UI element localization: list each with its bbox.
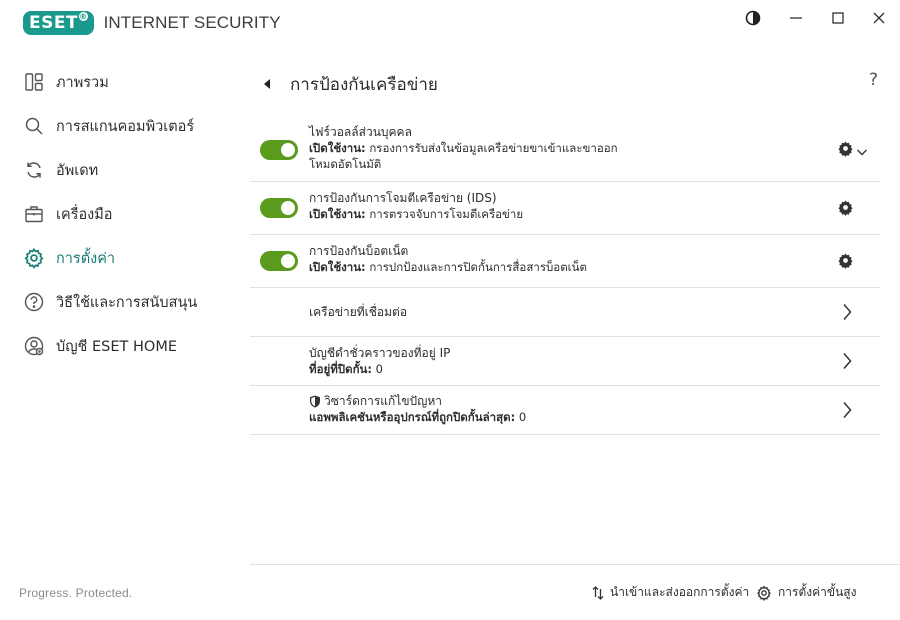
gear-icon[interactable] — [837, 140, 854, 161]
row-title: การป้องกันการโจมตีเครือข่าย (IDS) — [309, 191, 497, 205]
link-row-connected-networks[interactable]: เครือข่ายที่เชื่อมต่อ — [250, 288, 880, 337]
row-text: ไฟร์วอลล์ส่วนบุคคล เปิดใช้งาน: กรองการรั… — [309, 124, 618, 172]
row-status: เปิดใช้งาน: กรองการรับส่งในข้อมูลเครือข่… — [309, 140, 618, 156]
product-name: INTERNET SECURITY — [103, 13, 281, 32]
firewall-toggle[interactable] — [260, 140, 298, 160]
shield-icon — [309, 395, 321, 408]
botnet-toggle[interactable] — [260, 251, 298, 271]
sidebar-item-label: ภาพรวม — [56, 74, 109, 91]
row-text: บัญชีดำชั่วคราวของที่อยู่ IP ที่อยู่ที่ป… — [309, 345, 450, 377]
row-text: เครือข่ายที่เชื่อมต่อ — [309, 304, 407, 320]
import-export-label: นำเข้าและส่งออกการตั้งค่า — [610, 585, 750, 599]
sidebar-item-label: การสแกนคอมพิวเตอร์ — [56, 118, 195, 135]
maximize-icon[interactable] — [823, 6, 853, 30]
row-status: เปิดใช้งาน: การปกป้องและการปิดกั้นการสื่… — [309, 259, 587, 275]
sub-value: 0 — [518, 410, 527, 424]
sidebar-item-label: บัญชี ESET HOME — [56, 338, 177, 355]
chevron-down-icon[interactable] — [856, 142, 868, 161]
back-arrow-icon[interactable] — [262, 75, 272, 94]
import-export-button[interactable]: นำเข้าและส่งออกการตั้งค่า — [592, 583, 749, 602]
sub-label: ที่อยู่ที่ปิดกั้น: — [309, 362, 372, 376]
sidebar-item-setup[interactable]: การตั้งค่า — [0, 236, 240, 280]
overview-icon — [23, 71, 45, 93]
account-icon — [23, 335, 45, 357]
sidebar-item-label: การตั้งค่า — [56, 250, 116, 267]
status-text: กรองการรับส่งในข้อมูลเครือข่ายขาเข้าและข… — [369, 141, 618, 155]
page-header: การป้องกันเครือข่าย ? — [262, 68, 882, 98]
ids-toggle[interactable] — [260, 198, 298, 218]
sidebar-item-label: เครื่องมือ — [56, 206, 113, 223]
import-export-icon — [592, 585, 604, 600]
row-sub: ที่อยู่ที่ปิดกั้น: 0 — [309, 361, 450, 377]
chevron-right-icon[interactable] — [842, 352, 852, 374]
refresh-icon — [23, 159, 45, 181]
footer-divider — [250, 564, 900, 565]
help-icon[interactable]: ? — [869, 70, 878, 90]
setting-row-ids: การป้องกันการโจมตีเครือข่าย (IDS) เปิดใช… — [250, 182, 880, 235]
gear-icon — [757, 584, 771, 601]
sidebar-item-computer-scan[interactable]: การสแกนคอมพิวเตอร์ — [0, 104, 240, 148]
row-title: ไฟร์วอลล์ส่วนบุคคล — [309, 125, 412, 139]
status-text: การปกป้องและการปิดกั้นการสื่อสารบ็อตเน็ต — [369, 260, 587, 274]
page-title: การป้องกันเครือข่าย — [290, 75, 438, 95]
row-text: วิซาร์ดการแก้ไขปัญหา แอพพลิเคชันหรืออุปก… — [309, 393, 526, 425]
gear-icon[interactable] — [837, 199, 854, 220]
sidebar-item-label: อัพเดท — [56, 162, 99, 179]
briefcase-icon — [23, 203, 45, 225]
row-text: การป้องกันบ็อตเน็ต เปิดใช้งาน: การปกป้อง… — [309, 243, 587, 275]
close-icon[interactable] — [864, 6, 894, 30]
settings-list: ไฟร์วอลล์ส่วนบุคคล เปิดใช้งาน: กรองการรั… — [250, 118, 880, 435]
sidebar-item-eset-home[interactable]: บัญชี ESET HOME — [0, 324, 240, 368]
title-bar: eset® INTERNET SECURITY — [0, 0, 900, 50]
status-label: เปิดใช้งาน: — [309, 260, 366, 274]
link-row-troubleshooting-wizard[interactable]: วิซาร์ดการแก้ไขปัญหา แอพพลิเคชันหรืออุปก… — [250, 386, 880, 435]
eset-logo-badge: eset® — [23, 11, 94, 35]
link-row-ip-blacklist[interactable]: บัญชีดำชั่วคราวของที่อยู่ IP ที่อยู่ที่ป… — [250, 337, 880, 386]
search-icon — [23, 115, 45, 137]
chevron-right-icon[interactable] — [842, 303, 852, 325]
status-label: เปิดใช้งาน: — [309, 207, 366, 221]
sidebar-item-help-support[interactable]: วิธีใช้และการสนับสนุน — [0, 280, 240, 324]
row-extra: โหมดอัตโนมัติ — [309, 157, 382, 171]
row-title: วิซาร์ดการแก้ไขปัญหา — [324, 394, 443, 408]
sub-value: 0 — [375, 362, 383, 376]
sidebar-item-overview[interactable]: ภาพรวม — [0, 60, 240, 104]
advanced-setup-button[interactable]: การตั้งค่าขั้นสูง — [756, 583, 856, 602]
sidebar-item-tools[interactable]: เครื่องมือ — [0, 192, 240, 236]
chevron-right-icon[interactable] — [842, 401, 852, 423]
status-label: เปิดใช้งาน: — [309, 141, 366, 155]
row-title: การป้องกันบ็อตเน็ต — [309, 244, 409, 258]
row-status: เปิดใช้งาน: การตรวจจับการโจมตีเครือข่าย — [309, 206, 523, 222]
setting-row-firewall: ไฟร์วอลล์ส่วนบุคคล เปิดใช้งาน: กรองการรั… — [250, 118, 880, 182]
row-text: การป้องกันการโจมตีเครือข่าย (IDS) เปิดใช… — [309, 190, 523, 222]
row-sub: แอพพลิเคชันหรืออุปกรณ์ที่ถูกปิดกั้นล่าสุ… — [309, 409, 526, 425]
gear-icon — [23, 247, 45, 269]
minimize-icon[interactable] — [781, 6, 811, 30]
app-logo: eset® INTERNET SECURITY — [23, 11, 281, 35]
contrast-icon[interactable] — [738, 6, 768, 30]
gear-icon[interactable] — [837, 252, 854, 273]
sidebar-item-update[interactable]: อัพเดท — [0, 148, 240, 192]
tagline: Progress. Protected. — [19, 586, 133, 600]
status-text: การตรวจจับการโจมตีเครือข่าย — [369, 207, 524, 221]
row-title: เครือข่ายที่เชื่อมต่อ — [309, 305, 408, 319]
sub-label: แอพพลิเคชันหรืออุปกรณ์ที่ถูกปิดกั้นล่าสุ… — [309, 410, 516, 424]
advanced-setup-label: การตั้งค่าขั้นสูง — [778, 585, 857, 599]
row-title: บัญชีดำชั่วคราวของที่อยู่ IP — [309, 346, 451, 360]
sidebar-item-label: วิธีใช้และการสนับสนุน — [56, 294, 198, 311]
sidebar: ภาพรวม การสแกนคอมพิวเตอร์ อัพเดท เครื่อง… — [0, 60, 240, 368]
help-icon — [23, 291, 45, 313]
setting-row-botnet: การป้องกันบ็อตเน็ต เปิดใช้งาน: การปกป้อง… — [250, 235, 880, 288]
row-title-wrap: วิซาร์ดการแก้ไขปัญหา — [309, 393, 526, 409]
